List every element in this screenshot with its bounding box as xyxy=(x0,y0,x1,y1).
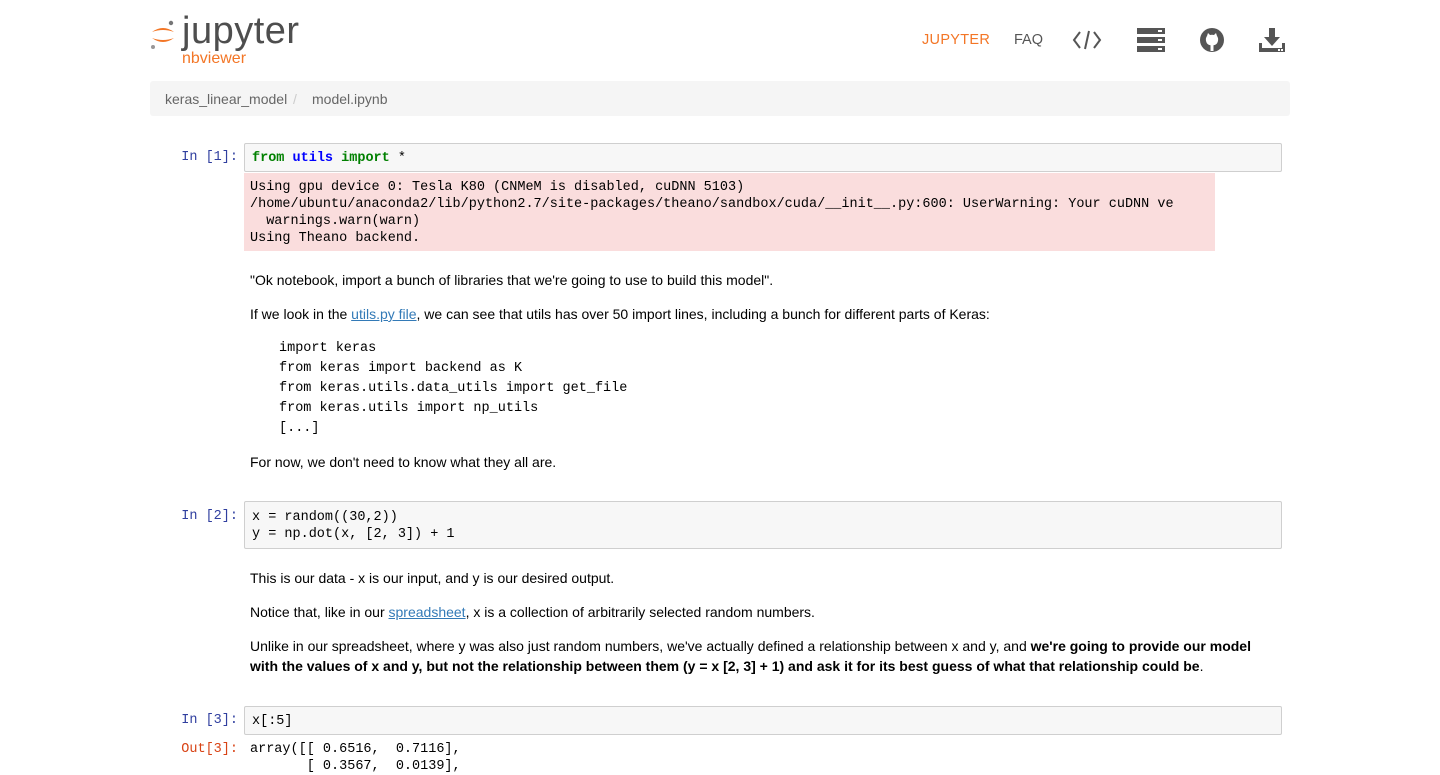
paragraph-text: , we can see that utils has over 50 impo… xyxy=(416,306,990,322)
cell-output: array([[ 0.6516, 0.7116], [ 0.3567, 0.01… xyxy=(250,741,461,775)
site-header: jupyter nbviewer JUPYTER FAQ xyxy=(0,0,1440,80)
breadcrumb-item-notebook[interactable]: model.ipynb xyxy=(312,91,388,107)
code-line: from utils import * xyxy=(252,150,406,167)
code-line: from keras.utils.data_utils import get_f… xyxy=(279,381,628,396)
logo-wordmark: jupyter xyxy=(182,10,300,52)
paragraph-text: . xyxy=(1199,658,1204,674)
breadcrumb: keras_linear_model / model.ipynb xyxy=(150,81,1290,116)
markdown-code-block: import keras from keras import backend a… xyxy=(279,339,627,439)
breadcrumb-item-folder[interactable]: keras_linear_model xyxy=(165,91,287,107)
markdown-paragraph: "Ok notebook, import a bunch of librarie… xyxy=(250,272,774,288)
download-icon xyxy=(1259,28,1285,52)
stderr-line: Using gpu device 0: Tesla K80 (CNMeM is … xyxy=(250,180,745,195)
code-line: import keras xyxy=(279,341,377,356)
logo-subtitle: nbviewer xyxy=(182,50,247,67)
stderr-line: Using Theano backend. xyxy=(250,231,421,246)
spreadsheet-link[interactable]: spreadsheet xyxy=(389,604,466,620)
output-line: [ 0.3567, 0.0139], xyxy=(250,759,461,774)
input-prompt: In [1]: xyxy=(181,150,238,165)
markdown-paragraph: For now, we don't need to know what they… xyxy=(250,454,557,470)
code-cell-input[interactable]: from utils import * xyxy=(244,143,1282,172)
stderr-output: Using gpu device 0: Tesla K80 (CNMeM is … xyxy=(244,173,1215,251)
output-line: array([[ 0.6516, 0.7116], xyxy=(250,742,461,757)
code-cell-input[interactable]: x = random((30,2)) y = np.dot(x, [2, 3])… xyxy=(244,501,1282,549)
code-keyword: import xyxy=(341,151,390,166)
execute-on-binder-button[interactable] xyxy=(1134,24,1168,56)
stderr-text: Using gpu device 0: Tesla K80 (CNMeM is … xyxy=(250,179,1174,247)
output-prompt: Out[3]: xyxy=(181,742,238,757)
paragraph-text: Notice that, like in our xyxy=(250,604,389,620)
stderr-line: warnings.warn(warn) xyxy=(250,214,421,229)
input-prompt: In [2]: xyxy=(181,509,238,524)
input-prompt: In [3]: xyxy=(181,713,238,728)
paragraph-text: If we look in the xyxy=(250,306,352,322)
code-icon xyxy=(1072,30,1102,50)
paragraph-text: Unlike in our spreadsheet, where y was a… xyxy=(250,638,1031,654)
view-source-button[interactable] xyxy=(1070,24,1104,56)
nav-jupyter-link[interactable]: JUPYTER xyxy=(922,24,990,56)
markdown-paragraph: Notice that, like in our spreadsheet, x … xyxy=(250,602,1280,622)
code-line: from keras import backend as K xyxy=(279,361,523,376)
code-operator: * xyxy=(397,151,406,166)
server-icon xyxy=(1137,28,1165,52)
utils-file-link[interactable]: utils.py file xyxy=(351,306,416,322)
code-line: x[:5] xyxy=(252,714,293,729)
github-icon xyxy=(1200,28,1224,52)
markdown-paragraph: This is our data - x is our input, and y… xyxy=(250,570,615,586)
markdown-paragraph: If we look in the utils.py file, we can … xyxy=(250,304,1280,324)
markdown-paragraph: Unlike in our spreadsheet, where y was a… xyxy=(250,636,1270,676)
nav-faq-link[interactable]: FAQ xyxy=(1014,24,1043,56)
code-module: utils xyxy=(292,151,334,166)
code-cell-input[interactable]: x[:5] xyxy=(244,706,1282,735)
stderr-line: /home/ubuntu/anaconda2/lib/python2.7/sit… xyxy=(250,197,1174,212)
download-notebook-button[interactable] xyxy=(1255,24,1289,56)
code-line: y = np.dot(x, [2, 3]) + 1 xyxy=(252,527,455,542)
paragraph-text: , x is a collection of arbitrarily selec… xyxy=(465,604,815,620)
breadcrumb-separator: / xyxy=(293,91,297,107)
code-line: x = random((30,2)) xyxy=(252,510,398,525)
code-line: from keras.utils import np_utils xyxy=(279,401,539,416)
jupyter-logo-icon xyxy=(151,20,174,49)
github-button[interactable] xyxy=(1195,24,1229,56)
code-line: [...] xyxy=(279,421,320,436)
code-keyword: from xyxy=(252,151,285,166)
jupyter-nbviewer-logo[interactable]: jupyter nbviewer xyxy=(150,10,320,70)
